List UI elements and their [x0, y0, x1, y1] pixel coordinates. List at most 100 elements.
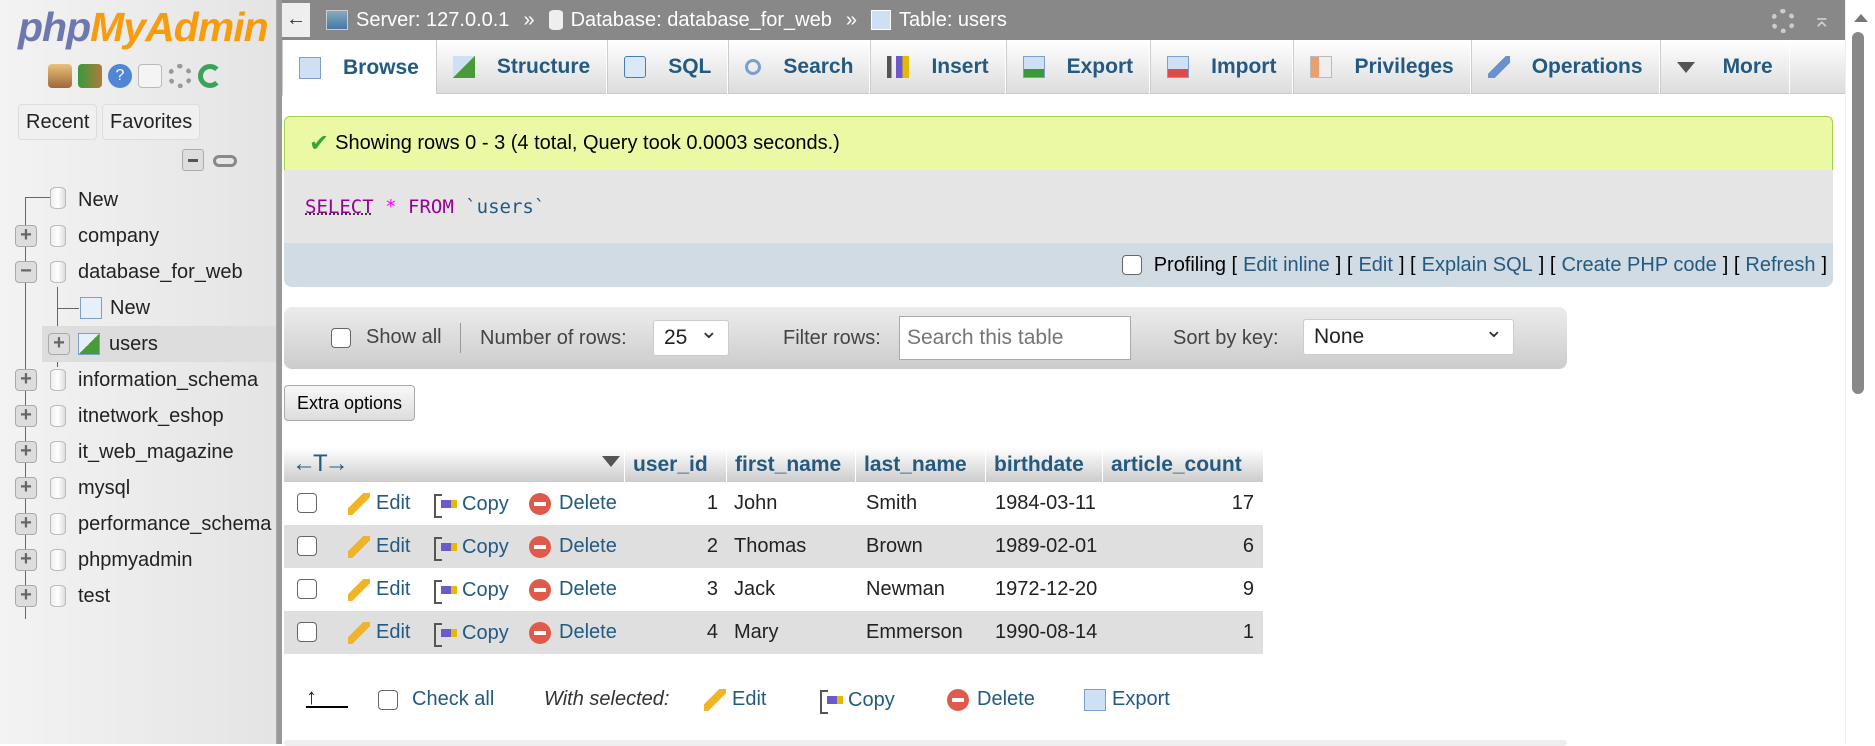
- logout-icon[interactable]: [78, 64, 102, 88]
- expand-icon[interactable]: +: [15, 477, 37, 499]
- row-delete-button[interactable]: Delete: [529, 535, 617, 558]
- cell-birthdate[interactable]: 1972-12-20: [995, 578, 1097, 601]
- row-edit-button[interactable]: Edit: [348, 535, 410, 558]
- docs-icon[interactable]: [138, 64, 162, 88]
- expand-icon[interactable]: +: [15, 513, 37, 535]
- cell-user-id[interactable]: 2: [624, 535, 718, 558]
- cell-user-id[interactable]: 1: [624, 492, 718, 515]
- tab-import[interactable]: Import: [1150, 40, 1294, 94]
- column-header-last-name[interactable]: last_name: [855, 448, 985, 482]
- tree-item-phpmyadmin[interactable]: + phpmyadmin: [0, 542, 276, 578]
- tree-item-it-web-magazine[interactable]: + it_web_magazine: [0, 434, 276, 470]
- table-row[interactable]: Edit Copy Delete 2 Thomas Brown 1989-02-…: [284, 525, 1263, 568]
- collapse-all-icon[interactable]: [182, 149, 204, 171]
- tree-item-itnetwork-eshop[interactable]: + itnetwork_eshop: [0, 398, 276, 434]
- row-edit-button[interactable]: Edit: [348, 578, 410, 601]
- cell-birthdate[interactable]: 1984-03-11: [995, 492, 1096, 515]
- tree-item-performance-schema[interactable]: + performance_schema: [0, 506, 276, 542]
- reload-icon[interactable]: [198, 64, 222, 88]
- tab-more[interactable]: More: [1659, 40, 1790, 94]
- cell-last-name[interactable]: Emmerson: [866, 621, 963, 644]
- row-copy-button[interactable]: Copy: [432, 492, 509, 518]
- breadcrumb-database[interactable]: Database: database_for_web: [548, 9, 832, 32]
- settings-icon[interactable]: [168, 64, 192, 88]
- tree-item-users[interactable]: + users: [42, 326, 276, 362]
- expand-icon[interactable]: +: [48, 333, 70, 355]
- sql-query-display[interactable]: SELECT * FROM `users`: [284, 170, 1833, 243]
- filter-rows-input[interactable]: [899, 316, 1131, 360]
- cell-article-count[interactable]: 6: [1102, 535, 1254, 558]
- sort-options-icon[interactable]: [602, 456, 620, 467]
- collapse-icon[interactable]: −: [15, 261, 37, 283]
- breadcrumb-table[interactable]: Table: users: [871, 9, 1007, 32]
- sql-keyword-select[interactable]: SELECT: [305, 196, 374, 218]
- tab-structure[interactable]: Structure: [435, 40, 608, 94]
- collapse-top-icon[interactable]: ⌅: [1813, 9, 1831, 31]
- cell-article-count[interactable]: 1: [1102, 621, 1254, 644]
- tab-operations[interactable]: Operations: [1470, 40, 1660, 94]
- row-select-checkbox[interactable]: [297, 536, 317, 556]
- cell-first-name[interactable]: Jack: [734, 578, 775, 601]
- column-header-first-name[interactable]: first_name: [726, 448, 855, 482]
- tab-browse[interactable]: Browse: [282, 40, 436, 96]
- row-copy-button[interactable]: Copy: [432, 621, 509, 647]
- column-header-user-id[interactable]: user_id: [624, 448, 726, 482]
- expand-icon[interactable]: +: [15, 405, 37, 427]
- explain-sql-link[interactable]: Explain SQL: [1422, 254, 1533, 277]
- extra-options-button[interactable]: Extra options: [284, 385, 416, 421]
- tree-item-test[interactable]: + test: [0, 578, 276, 614]
- row-delete-button[interactable]: Delete: [529, 492, 617, 515]
- cell-birthdate[interactable]: 1990-08-14: [995, 621, 1097, 644]
- profiling-checkbox[interactable]: [1121, 255, 1142, 275]
- row-select-checkbox[interactable]: [297, 579, 317, 599]
- scrollbar-thumb[interactable]: [1852, 32, 1864, 394]
- recent-button[interactable]: Recent: [18, 104, 98, 140]
- scroll-up-icon[interactable]: [1854, 14, 1868, 22]
- help-icon[interactable]: ?: [108, 64, 132, 88]
- favorites-button[interactable]: Favorites: [102, 104, 201, 140]
- cell-first-name[interactable]: Thomas: [734, 535, 806, 558]
- row-delete-button[interactable]: Delete: [529, 621, 617, 644]
- bulk-export-button[interactable]: Export: [1084, 688, 1170, 711]
- tab-search[interactable]: Search: [728, 40, 871, 94]
- cell-birthdate[interactable]: 1989-02-01: [995, 535, 1097, 558]
- row-edit-button[interactable]: Edit: [348, 492, 410, 515]
- expand-icon[interactable]: +: [15, 549, 37, 571]
- table-row[interactable]: Edit Copy Delete 3 Jack Newman 1972-12-2…: [284, 568, 1263, 611]
- tab-export[interactable]: Export: [1005, 40, 1151, 94]
- phpmyadmin-logo[interactable]: phpMyAdmin: [18, 4, 269, 51]
- table-row[interactable]: Edit Copy Delete 1 John Smith 1984-03-11…: [284, 482, 1263, 525]
- sidebar-resize-handle[interactable]: [276, 0, 282, 744]
- cell-first-name[interactable]: Mary: [734, 621, 778, 644]
- tree-item-new-database[interactable]: New: [0, 182, 276, 218]
- sort-by-key-select[interactable]: None: [1303, 318, 1514, 355]
- row-copy-button[interactable]: Copy: [432, 535, 509, 561]
- check-all-checkbox[interactable]: [378, 690, 398, 710]
- row-copy-button[interactable]: Copy: [432, 578, 509, 604]
- bulk-edit-button[interactable]: Edit: [704, 688, 766, 711]
- edit-query-link[interactable]: Edit: [1358, 254, 1392, 277]
- tree-item-information-schema[interactable]: + information_schema: [0, 362, 276, 398]
- tree-item-database-for-web[interactable]: − database_for_web: [0, 254, 276, 290]
- tree-item-company[interactable]: + company: [0, 218, 276, 254]
- bulk-delete-button[interactable]: Delete: [947, 688, 1035, 711]
- bulk-copy-button[interactable]: Copy: [818, 688, 895, 714]
- rows-per-page-select[interactable]: 25: [653, 319, 729, 356]
- column-resize-icon[interactable]: ←T→: [292, 450, 349, 478]
- tab-sql[interactable]: SQL: [607, 40, 729, 94]
- expand-icon[interactable]: +: [15, 225, 37, 247]
- cell-user-id[interactable]: 4: [624, 621, 718, 644]
- cell-last-name[interactable]: Smith: [866, 492, 917, 515]
- tree-item-mysql[interactable]: + mysql: [0, 470, 276, 506]
- show-all-checkbox[interactable]: [331, 328, 351, 348]
- column-header-birthdate[interactable]: birthdate: [985, 448, 1102, 482]
- cell-article-count[interactable]: 17: [1102, 492, 1254, 515]
- home-icon[interactable]: [48, 64, 72, 88]
- cell-article-count[interactable]: 9: [1102, 578, 1254, 601]
- tab-privileges[interactable]: Privileges: [1293, 40, 1471, 94]
- row-select-checkbox[interactable]: [297, 622, 317, 642]
- cell-last-name[interactable]: Brown: [866, 535, 923, 558]
- create-php-code-link[interactable]: Create PHP code: [1561, 254, 1716, 277]
- tree-item-new-table[interactable]: New: [0, 290, 276, 326]
- cell-first-name[interactable]: John: [734, 492, 777, 515]
